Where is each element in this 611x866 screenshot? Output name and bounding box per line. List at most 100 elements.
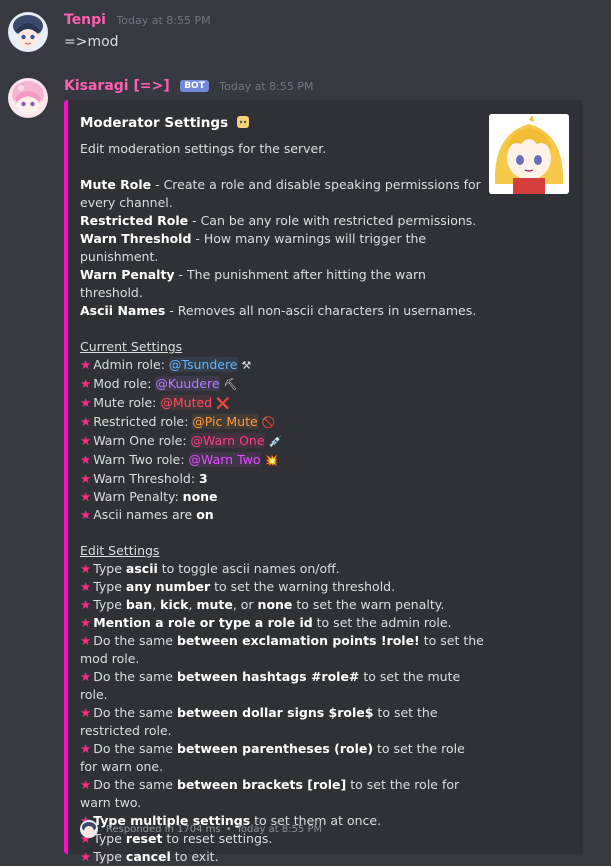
edit-text: Do the same	[93, 777, 177, 792]
setting-warn-two-role: ★ Warn Two role: @Warn Two 💥	[80, 451, 485, 470]
setting-value: 3	[199, 471, 208, 486]
edit-item-ascii: ★ Type ascii to toggle ascii names on/off…	[80, 560, 485, 578]
star-icon: ★	[80, 433, 92, 448]
username-kisaragi[interactable]: Kisaragi [=>]	[64, 78, 170, 94]
edit-keyword: between exclamation points !role!	[176, 633, 420, 648]
username-tenpi[interactable]: Tenpi	[64, 12, 106, 28]
moderator-settings-embed: Moderator Settings Edit moderation setti…	[64, 100, 583, 864]
bot-badge: BOT	[180, 80, 209, 92]
edit-item-admin-role: ★ Mention a role or type a role id to set…	[80, 614, 485, 632]
star-icon: ★	[80, 741, 92, 756]
setting-label: Mod role:	[93, 376, 156, 391]
edit-text: ,	[152, 597, 161, 612]
no-entry-icon: 🚫	[261, 416, 276, 429]
embed-body: Moderator Settings Edit moderation setti…	[80, 114, 485, 866]
embed-thumbnail[interactable]	[489, 114, 569, 194]
role-mention-warn-two[interactable]: @Warn Two	[188, 452, 261, 467]
setting-label: Warn One role:	[93, 433, 191, 448]
definition-term: Warn Penalty	[80, 267, 175, 282]
star-icon: ★	[80, 471, 92, 486]
edit-item-threshold: ★ Type any number to set the warning thre…	[80, 578, 485, 596]
setting-mute-role: ★ Mute role: @Muted ❌	[80, 394, 485, 413]
setting-mod-role: ★ Mod role: @Kuudere ⛏	[80, 375, 485, 394]
edit-item-restricted-role: ★ Do the same between dollar signs $role$…	[80, 704, 485, 740]
edit-keyword: mute	[196, 597, 233, 612]
setting-label: Admin role:	[93, 357, 169, 372]
edit-keyword: between parentheses (role)	[176, 741, 374, 756]
star-icon: ★	[80, 669, 92, 684]
setting-value: on	[196, 507, 214, 522]
definition-restricted-role: Restricted Role - Can be any role with r…	[80, 212, 485, 230]
setting-admin-role: ★ Admin role: @Tsundere ⚒	[80, 356, 485, 375]
setting-label: Warn Penalty:	[93, 489, 183, 504]
role-mention-tsundere[interactable]: @Tsundere	[168, 357, 238, 372]
edit-item-warn-one: ★ Do the same between parentheses (role) …	[80, 740, 485, 776]
edit-keyword: cancel	[125, 849, 171, 864]
setting-warn-one-role: ★ Warn One role: @Warn One 💉	[80, 432, 485, 451]
edit-item-mute-role: ★ Do the same between hashtags #role# to …	[80, 668, 485, 704]
role-mention-pic-mute[interactable]: @Pic Mute	[192, 414, 258, 429]
message-header-kisaragi: Kisaragi [=>] BOT Today at 8:55 PM	[64, 78, 313, 94]
definition-text: - Removes all non-ascii characters in us…	[165, 303, 477, 318]
user-avatar-tenpi[interactable]	[8, 12, 48, 52]
edit-text: Do the same	[93, 669, 177, 684]
setting-warn-penalty: ★ Warn Penalty: none	[80, 488, 485, 506]
footer-separator: •	[225, 823, 232, 835]
star-icon: ★	[80, 705, 92, 720]
message-timestamp: Today at 8:55 PM	[116, 14, 211, 27]
star-icon: ★	[80, 357, 92, 372]
edit-keyword: none	[257, 597, 293, 612]
edit-item-mod-role: ★ Do the same between exclamation points …	[80, 632, 485, 668]
setting-restricted-role: ★ Restricted role: @Pic Mute 🚫	[80, 413, 485, 432]
edit-keyword: between brackets [role]	[176, 777, 347, 792]
edit-text: Do the same	[93, 633, 177, 648]
definition-mute-role: Mute Role - Create a role and disable sp…	[80, 176, 485, 212]
edit-item-cancel: ★ Type cancel to exit.	[80, 848, 485, 866]
definition-term: Warn Threshold	[80, 231, 192, 246]
role-mention-kuudere[interactable]: @Kuudere	[155, 376, 220, 391]
message-content: =>mod	[64, 34, 119, 50]
star-icon: ★	[80, 633, 92, 648]
edit-text: to exit.	[170, 849, 219, 864]
setting-label: Ascii names are	[93, 507, 197, 522]
setting-value: none	[182, 489, 218, 504]
footer-response-time: Responded in 1704 ms	[106, 823, 221, 835]
syringe-icon: 💉	[268, 435, 283, 448]
edit-keyword: Mention a role or type a role id	[93, 615, 313, 630]
setting-label: Warn Threshold:	[93, 471, 200, 486]
cross-mark-icon: ❌	[216, 397, 230, 410]
title-emoji-icon	[235, 114, 251, 130]
embed-title: Moderator Settings	[80, 115, 229, 131]
edit-text: Do the same	[93, 741, 177, 756]
hammer-pick-icon: ⚒	[241, 359, 252, 372]
definition-term: Ascii Names	[80, 303, 166, 318]
edit-settings-heading: Edit Settings	[80, 543, 160, 558]
embed-description: Edit moderation settings for the server.	[80, 141, 327, 156]
edit-keyword: any number	[125, 579, 211, 594]
edit-item-penalty: ★ Type ban, kick, mute, or none to set th…	[80, 596, 485, 614]
edit-keyword: ban	[125, 597, 153, 612]
star-icon: ★	[80, 777, 92, 792]
role-mention-warn-one[interactable]: @Warn One	[190, 433, 265, 448]
edit-text: to set the warning threshold.	[210, 579, 396, 594]
collision-icon: 💥	[264, 454, 279, 467]
star-icon: ★	[80, 579, 92, 594]
star-icon: ★	[80, 376, 92, 391]
setting-label: Mute role:	[93, 395, 161, 410]
star-icon: ★	[80, 507, 92, 522]
embed-footer: Responded in 1704 ms • Today at 8:55 PM	[80, 820, 322, 838]
definition-ascii-names: Ascii Names - Removes all non-ascii char…	[80, 302, 485, 320]
star-icon: ★	[80, 489, 92, 504]
edit-keyword: ascii	[125, 561, 158, 576]
edit-text: , or	[232, 597, 258, 612]
star-icon: ★	[80, 414, 92, 429]
edit-keyword: kick	[160, 597, 189, 612]
role-mention-muted[interactable]: @Muted	[160, 395, 213, 410]
setting-label: Warn Two role:	[93, 452, 189, 467]
star-icon: ★	[80, 597, 92, 612]
edit-text: Type	[93, 597, 126, 612]
edit-text: Type	[93, 849, 126, 864]
user-avatar-kisaragi[interactable]	[8, 78, 48, 118]
message-header: Tenpi Today at 8:55 PM	[64, 12, 211, 28]
edit-item-warn-two: ★ Do the same between brackets [role] to …	[80, 776, 485, 812]
